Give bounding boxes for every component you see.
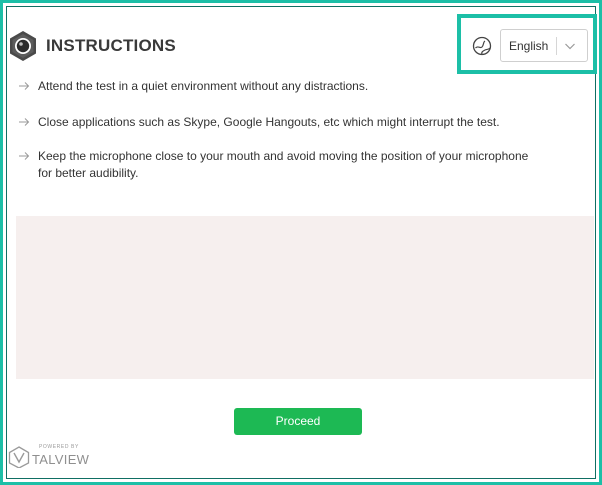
instructions-list: Attend the test in a quiet environment w…	[18, 76, 578, 182]
language-dropdown-divider	[556, 37, 557, 55]
brand-name: TALVIEW	[32, 452, 90, 467]
instruction-text: Keep the microphone close to your mouth …	[38, 149, 529, 180]
instruction-item: Keep the microphone close to your mouth …	[18, 148, 538, 182]
instruction-text: Close applications such as Skype, Google…	[38, 115, 500, 129]
camera-lens-icon	[10, 31, 36, 61]
globe-icon	[472, 36, 492, 56]
content-panel	[16, 216, 594, 379]
powered-by-label: POWERED BY	[39, 444, 79, 450]
instruction-item: Close applications such as Skype, Google…	[18, 114, 578, 131]
arrow-right-icon	[19, 118, 30, 126]
language-dropdown[interactable]: English	[500, 29, 588, 62]
instruction-text: Attend the test in a quiet environment w…	[38, 79, 369, 93]
page-title: INSTRUCTIONS	[46, 36, 176, 55]
arrow-right-icon	[19, 152, 30, 160]
instruction-item: Attend the test in a quiet environment w…	[18, 78, 578, 95]
talview-logo-icon	[8, 446, 30, 468]
proceed-button[interactable]: Proceed	[234, 408, 362, 435]
talview-branding: POWERED BY TALVIEW	[8, 444, 98, 472]
chevron-down-icon[interactable]	[564, 41, 576, 51]
language-dropdown-value: English	[509, 39, 549, 53]
arrow-right-icon	[19, 82, 30, 90]
